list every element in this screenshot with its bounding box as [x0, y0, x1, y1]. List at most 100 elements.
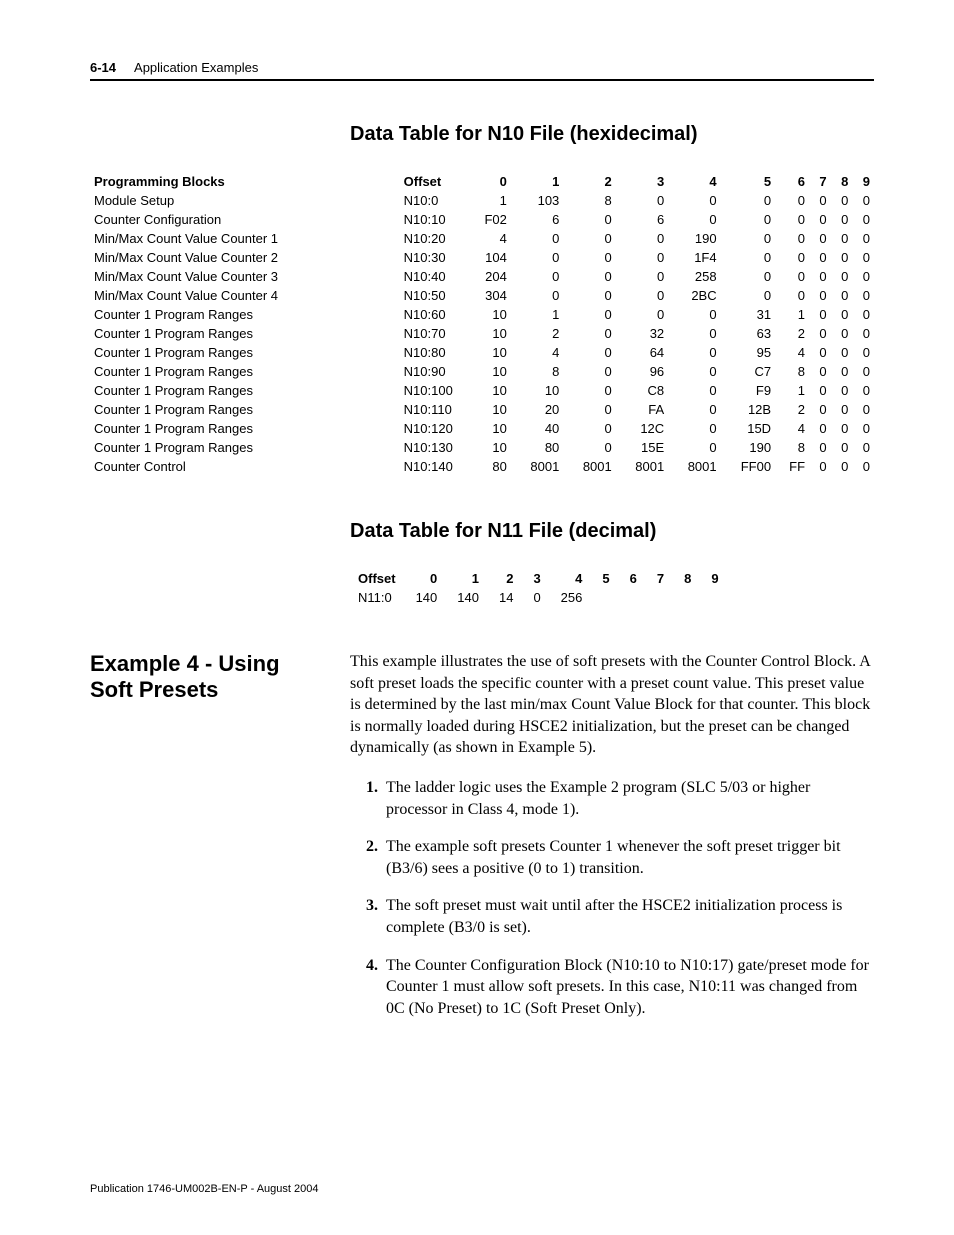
cell-block: Counter Control [90, 457, 400, 476]
cell-value [592, 588, 619, 607]
cell-value: 0 [775, 267, 809, 286]
cell-value: 0 [721, 191, 775, 210]
step-item: The ladder logic uses the Example 2 prog… [382, 777, 874, 820]
col-header-offset: Offset [348, 569, 406, 588]
cell-value: 0 [563, 267, 615, 286]
table-row: Min/Max Count Value Counter 1N10:2040001… [90, 229, 874, 248]
cell-value: 0 [721, 229, 775, 248]
cell-value: 0 [563, 381, 615, 400]
cell-value: 0 [852, 229, 874, 248]
cell-value: 0 [563, 438, 615, 457]
cell-value: 10 [468, 324, 511, 343]
table-header-row: Programming Blocks Offset 0 1 2 3 4 5 6 … [90, 172, 874, 191]
cell-value [647, 588, 674, 607]
cell-value [620, 588, 647, 607]
cell-value: 31 [721, 305, 775, 324]
cell-value: 0 [668, 362, 720, 381]
cell-value: 0 [809, 381, 831, 400]
cell-block: Min/Max Count Value Counter 2 [90, 248, 400, 267]
cell-value: 0 [831, 286, 853, 305]
table-n10-title: Data Table for N10 File (hexidecimal) [350, 123, 874, 146]
cell-value: F9 [721, 381, 775, 400]
cell-block: Counter Configuration [90, 210, 400, 229]
cell-value: 0 [775, 229, 809, 248]
cell-offset: N10:30 [400, 248, 468, 267]
cell-value: 0 [831, 400, 853, 419]
cell-value [701, 588, 728, 607]
cell-value: 12C [616, 419, 668, 438]
table-row: Counter 1 Program RangesN10:11010200FA01… [90, 400, 874, 419]
cell-value: 0 [831, 362, 853, 381]
table-row: Module SetupN10:0110380000000 [90, 191, 874, 210]
cell-value: 0 [852, 248, 874, 267]
cell-value: 4 [468, 229, 511, 248]
cell-block: Min/Max Count Value Counter 4 [90, 286, 400, 305]
col-header: 0 [468, 172, 511, 191]
cell-block: Module Setup [90, 191, 400, 210]
cell-value: C8 [616, 381, 668, 400]
cell-offset: N10:80 [400, 343, 468, 362]
cell-value: 0 [831, 305, 853, 324]
cell-value: 32 [616, 324, 668, 343]
table-row: Counter 1 Program RangesN10:601010003110… [90, 305, 874, 324]
page-number: 6-14 [90, 60, 116, 75]
cell-value: 0 [616, 229, 668, 248]
col-header: 8 [831, 172, 853, 191]
cell-value: 0 [775, 210, 809, 229]
cell-value: 4 [775, 419, 809, 438]
col-header: 1 [447, 569, 489, 588]
cell-value: 4 [775, 343, 809, 362]
data-table-n10: Programming Blocks Offset 0 1 2 3 4 5 6 … [90, 172, 874, 476]
cell-value: 0 [809, 267, 831, 286]
cell-value: 1 [468, 191, 511, 210]
cell-block: Counter 1 Program Ranges [90, 343, 400, 362]
cell-value: 0 [668, 305, 720, 324]
cell-value: 4 [511, 343, 563, 362]
cell-value: 1 [775, 305, 809, 324]
col-header: 5 [592, 569, 619, 588]
col-header: 9 [852, 172, 874, 191]
cell-value: 0 [616, 191, 668, 210]
col-header-offset: Offset [400, 172, 468, 191]
table-row: Min/Max Count Value Counter 4N10:5030400… [90, 286, 874, 305]
cell-value: 0 [831, 191, 853, 210]
cell-value: 8 [563, 191, 615, 210]
step-item: The soft preset must wait until after th… [382, 895, 874, 938]
cell-value: 0 [809, 191, 831, 210]
cell-value: 2 [775, 324, 809, 343]
col-header: 7 [809, 172, 831, 191]
cell-offset: N10:20 [400, 229, 468, 248]
table-row: Counter 1 Program RangesN10:701020320632… [90, 324, 874, 343]
cell-value: 0 [852, 210, 874, 229]
cell-value: 0 [563, 305, 615, 324]
cell-value: 8 [775, 438, 809, 457]
cell-value: 0 [563, 343, 615, 362]
cell-value: 0 [563, 229, 615, 248]
cell-value: C7 [721, 362, 775, 381]
cell-value: 0 [563, 248, 615, 267]
cell-block: Counter 1 Program Ranges [90, 362, 400, 381]
cell-value: 0 [563, 400, 615, 419]
cell-value: 0 [721, 248, 775, 267]
cell-value: 6 [616, 210, 668, 229]
cell-value: 0 [809, 210, 831, 229]
cell-value: 0 [831, 381, 853, 400]
table-row: Counter 1 Program RangesN10:801040640954… [90, 343, 874, 362]
cell-value: 0 [668, 400, 720, 419]
cell-value: 80 [468, 457, 511, 476]
publication-note: Publication 1746-UM002B-EN-P - August 20… [90, 1183, 319, 1195]
col-header-block: Programming Blocks [90, 172, 400, 191]
cell-value: 140 [447, 588, 489, 607]
col-header: 2 [489, 569, 523, 588]
cell-value: 0 [831, 419, 853, 438]
cell-value: 0 [831, 248, 853, 267]
col-header: 5 [721, 172, 775, 191]
cell-value: 8001 [616, 457, 668, 476]
cell-value: 0 [809, 362, 831, 381]
cell-value: F02 [468, 210, 511, 229]
cell-value: 0 [668, 419, 720, 438]
table-row: Counter ConfigurationN10:10F02606000000 [90, 210, 874, 229]
cell-value: 204 [468, 267, 511, 286]
cell-value: 0 [831, 324, 853, 343]
cell-value: 0 [809, 400, 831, 419]
